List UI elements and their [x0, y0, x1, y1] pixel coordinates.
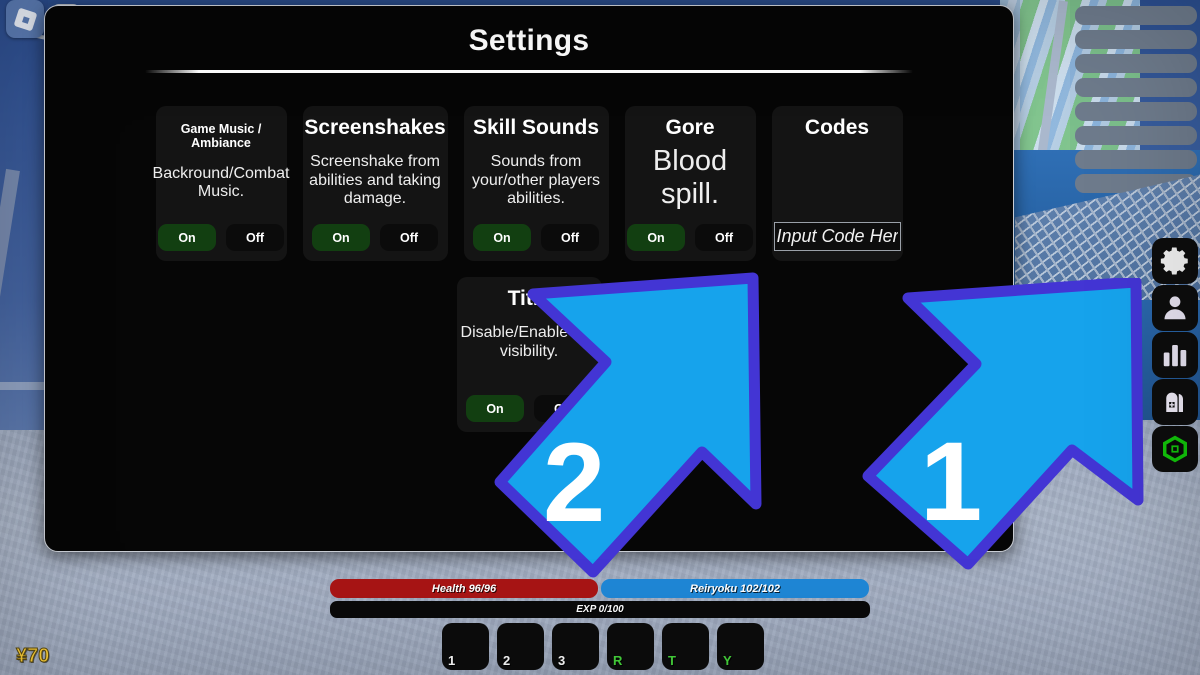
card-description: Blood spill. — [652, 145, 728, 210]
toggle-group: On Off — [158, 224, 284, 251]
page-title: Settings — [468, 24, 590, 57]
settings-panel: Settings Game Music / Ambiance Backround… — [44, 5, 1014, 552]
slot-key: R — [613, 653, 623, 668]
health-bar: Health 96/96 — [330, 579, 598, 598]
hotbar-slot[interactable]: Y — [717, 623, 764, 670]
setting-card-title: Title Disable/Enable title visibility. O… — [456, 277, 602, 432]
toggle-off-button[interactable]: Off — [226, 224, 284, 251]
hotbar: 1 2 3 R T Y — [442, 623, 764, 670]
right-icon-rail — [1152, 238, 1198, 472]
hotbar-slot[interactable]: T — [662, 623, 709, 670]
roblox-logo-icon[interactable] — [6, 0, 44, 38]
toggle-off-button[interactable]: Off — [541, 224, 599, 251]
setting-card-skill-sounds: Skill Sounds Sounds from your/other play… — [463, 106, 609, 261]
hotbar-slot[interactable]: R — [607, 623, 654, 670]
title-divider — [145, 70, 913, 73]
currency-display: ¥70 — [15, 645, 50, 668]
card-title: Game Music / Ambiance — [180, 122, 262, 150]
stats-icon[interactable] — [1152, 332, 1198, 378]
card-title: Screenshakes — [304, 116, 446, 139]
roblox-logo-icon[interactable] — [1152, 426, 1198, 472]
settings-gear-icon[interactable] — [1152, 238, 1198, 284]
toggle-group: On Off — [466, 395, 592, 422]
setting-card-game-music: Game Music / Ambiance Backround/Combat M… — [152, 106, 290, 261]
card-title: Codes — [804, 116, 870, 139]
setting-card-codes: Codes — [771, 106, 903, 261]
hotbar-slot[interactable]: 1 — [442, 623, 489, 670]
card-description: Sounds from your/other players abilities… — [471, 153, 601, 208]
toggle-on-button[interactable]: On — [627, 224, 685, 251]
code-input[interactable] — [773, 222, 901, 251]
toggle-group: On Off — [473, 224, 599, 251]
settings-card-row-2: Title Disable/Enable title visibility. O… — [45, 277, 1013, 432]
toggle-on-button[interactable]: On — [158, 224, 216, 251]
toggle-on-button[interactable]: On — [312, 224, 370, 251]
card-description: Screenshake from abilities and taking da… — [309, 153, 441, 208]
backpack-icon[interactable] — [1152, 379, 1198, 425]
card-description: Backround/Combat Music. — [152, 164, 290, 201]
setting-card-screenshakes: Screenshakes Screenshake from abilities … — [302, 106, 448, 261]
toggle-group: On Off — [627, 224, 753, 251]
game-screen: Settings Game Music / Ambiance Backround… — [0, 0, 1200, 675]
setting-card-gore: Gore Blood spill. On Off — [624, 106, 756, 261]
settings-card-row-1: Game Music / Ambiance Backround/Combat M… — [45, 106, 1013, 261]
card-description: Disable/Enable title visibility. — [460, 324, 598, 360]
card-title: Gore — [665, 116, 715, 139]
background-stairs — [1075, 2, 1200, 197]
toggle-off-button[interactable]: Off — [534, 395, 592, 422]
slot-key: 1 — [448, 653, 456, 668]
toggle-group: On Off — [312, 224, 438, 251]
toggle-on-button[interactable]: On — [473, 224, 531, 251]
slot-key: 2 — [503, 653, 511, 668]
slot-key: Y — [723, 653, 732, 668]
reiryoku-bar: Reiryoku 102/102 — [601, 579, 869, 598]
hud: Health 96/96 Reiryoku 102/102 EXP 0/100 … — [0, 575, 1200, 675]
character-icon[interactable] — [1152, 285, 1198, 331]
card-title: Skill Sounds — [472, 116, 600, 139]
hotbar-slot[interactable]: 3 — [552, 623, 599, 670]
hotbar-slot[interactable]: 2 — [497, 623, 544, 670]
exp-bar: EXP 0/100 — [330, 601, 870, 618]
toggle-off-button[interactable]: Off — [380, 224, 438, 251]
resource-bars: Health 96/96 Reiryoku 102/102 — [330, 579, 870, 598]
toggle-on-button[interactable]: On — [466, 395, 524, 422]
slot-key: 3 — [558, 653, 566, 668]
toggle-off-button[interactable]: Off — [695, 224, 753, 251]
slot-key: T — [668, 653, 676, 668]
card-title: Title — [507, 287, 551, 310]
